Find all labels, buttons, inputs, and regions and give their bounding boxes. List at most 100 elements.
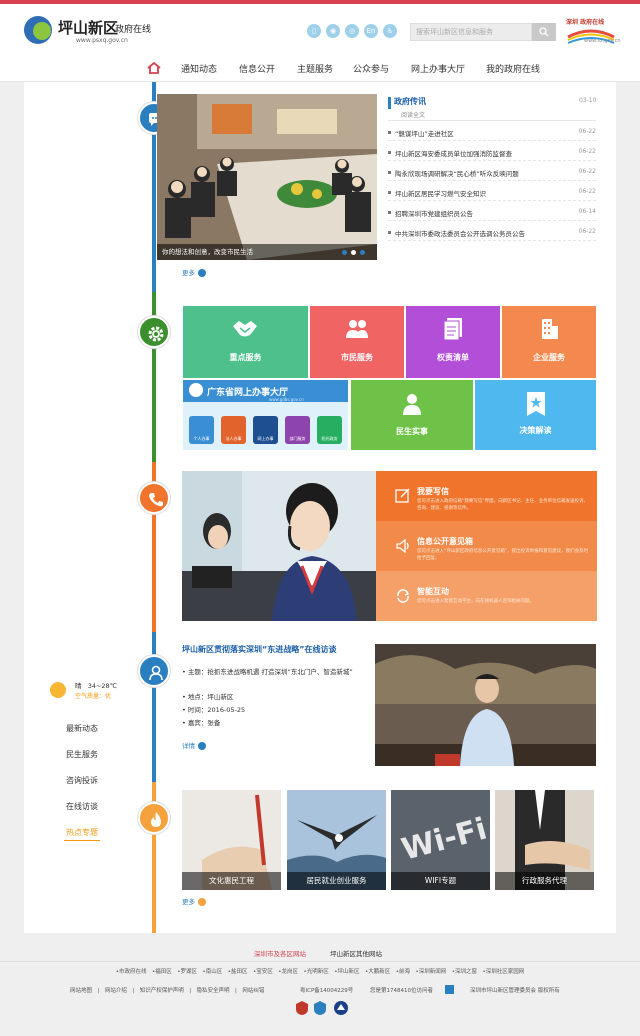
news-list-item[interactable]: 陶永欣现场调研解决“民心桥”听众反映问题 06-22 (388, 165, 596, 181)
more-label: 更多 (182, 269, 195, 277)
sidebar-link-livelihood[interactable]: 民生服务 (66, 749, 98, 760)
news-more-link[interactable]: 更多 (182, 267, 206, 277)
sidebar-link-interviews[interactable]: 在线访谈 (66, 801, 98, 812)
wechat-icon[interactable]: ◉ (326, 24, 340, 38)
banner-legal-icon[interactable]: 法人办事 (221, 416, 246, 444)
tile-key-services[interactable]: 重点服务 (183, 306, 308, 378)
police-badge-icon[interactable] (295, 1000, 309, 1016)
nav-item-notices[interactable]: 通知动态 (181, 62, 217, 75)
handshake-icon (233, 321, 257, 337)
footer-links[interactable]: 网站地图 | 网站介绍 | 知识产权保护声明 | 隐私安全声明 | 网站纠错 (70, 986, 264, 994)
document-list-icon (443, 318, 462, 341)
english-icon[interactable]: En (364, 24, 378, 38)
tile-rights-list[interactable]: 权责清单 (406, 306, 500, 378)
search-input[interactable]: 搜索坪山新区信息和服务 (410, 23, 532, 41)
banner-individual-icon[interactable]: 个人办事 (189, 416, 214, 444)
sidebar-link-complaints[interactable]: 咨询投诉 (66, 775, 98, 786)
news-title[interactable]: 陶永欣现场调研解决“民心桥”听众反映问题 (395, 168, 519, 178)
news-date: 06-22 (578, 188, 596, 195)
guangdong-online-hall-banner[interactable]: 广东省网上办事大厅 www.gdbs.gov.cn 个人办事 法人办事 网上办事… (183, 380, 348, 450)
trust-badge-icon[interactable] (313, 1000, 327, 1016)
special-culture[interactable]: 文化惠民工程 (182, 790, 281, 890)
site-logo-title[interactable]: 坪山新区 (58, 17, 118, 38)
sidebar-link-latest[interactable]: 最新动态 (66, 723, 98, 734)
header-icon-group: ▯ ◉ ◎ En ♿ (307, 24, 402, 38)
news-title[interactable]: “魅谋坪山”走进社区 (395, 128, 454, 138)
gov-site-badge-icon[interactable] (333, 1000, 349, 1016)
news-list-item[interactable]: 坪山新区海安委成员单位加强消防监督查 06-22 (388, 145, 596, 161)
news-title[interactable]: 坪山新区海安委成员单位加强消防监督查 (395, 148, 512, 158)
search-icon (539, 27, 549, 37)
tile-enterprise-services[interactable]: 企业服务 (502, 306, 596, 378)
footer-site-links[interactable]: •市政府在线 •福田区 •罗湖区 •南山区 •盐田区 •宝安区 •龙岗区 •光明… (0, 967, 640, 975)
news-list-item[interactable]: “魅谋坪山”走进社区 06-22 (388, 125, 596, 141)
news-list-item[interactable]: 坪山新区居民学习燃气安全知识 06-22 (388, 185, 596, 201)
special-admin[interactable]: 行政服务代理 (495, 790, 594, 890)
tile-citizen-services[interactable]: 市民服务 (310, 306, 404, 378)
block-desc: 您可点击进入政府信箱“我要写信”界面，向新区书记、主任、业务单位信箱发送投诉、咨… (417, 499, 589, 511)
tile-livelihood[interactable]: 民生实事 (351, 380, 473, 450)
visit-topic-label: 主题： (187, 668, 208, 676)
block-title: 智能互动 (417, 587, 449, 596)
nav-item-theme-services[interactable]: 主题服务 (297, 62, 333, 75)
accessibility-icon[interactable]: ♿ (383, 24, 397, 38)
banner-dept-icon[interactable]: 部门服务 (285, 416, 310, 444)
special-caption: WIFI专题 (391, 872, 490, 890)
news-title[interactable]: 中共深圳市委政法委员会公开选调公务员公告 (395, 228, 525, 238)
news-list-item[interactable]: 中共深圳市委政法委员会公开选调公务员公告 06-22 (388, 225, 596, 241)
write-letter-block[interactable]: 我要写信 您可点击进入政府信箱“我要写信”界面，向新区书记、主任、业务单位信箱发… (376, 471, 597, 521)
visit-title[interactable]: 坪山新区贯彻落实深圳“东进战略”在线访谈 (182, 644, 337, 655)
block-desc: 您可点击进入智能互动平台，向在线机器人咨询相关问题。 (417, 599, 534, 604)
nav-item-public-participation[interactable]: 公众参与 (353, 62, 389, 75)
carousel-dot[interactable] (351, 250, 356, 255)
sidebar-link-hot-topics[interactable]: 热点专题 (66, 827, 98, 838)
news-carousel-photo[interactable] (157, 94, 377, 260)
specials-more-link[interactable]: 更多 (182, 896, 206, 906)
arrow-right-icon (198, 742, 206, 750)
news-date: 06-22 (578, 128, 596, 135)
nav-item-info-disclosure[interactable]: 信息公开 (239, 62, 275, 75)
carousel-dot[interactable] (360, 250, 365, 255)
footer-tab-pingshan-sites[interactable]: 坪山新区其他网站 (330, 948, 382, 958)
visit-detail-link[interactable]: 详情 (182, 740, 206, 750)
timeline-visit-marker (138, 655, 170, 687)
news-highlight-bar (388, 97, 391, 109)
special-wifi[interactable]: Wi-Fi WIFI专题 (391, 790, 490, 890)
visit-counter-icon (445, 985, 454, 994)
visit-place: • 地点：坪山新区 (182, 693, 234, 701)
news-featured-date: 03-10 (579, 97, 597, 104)
news-featured-read-link[interactable]: 阅读全文 (401, 110, 425, 119)
building-icon (542, 319, 558, 339)
footer-icp[interactable]: 粤ICP备14004229号 (300, 986, 353, 994)
carousel-dots (342, 250, 369, 255)
visit-photo[interactable] (375, 644, 596, 766)
star-document-icon (527, 392, 545, 416)
nav-item-online-hall[interactable]: 网上办事大厅 (411, 62, 465, 75)
search-button[interactable] (532, 23, 556, 41)
weibo-icon[interactable]: ◎ (345, 24, 359, 38)
footer-tab-shenzhen-sites[interactable]: 深圳市及各区网站 (254, 948, 306, 958)
tile-decision-reading[interactable]: 决策解读 (475, 380, 596, 450)
special-employment[interactable]: 居民就业创业服务 (287, 790, 386, 890)
nav-item-my-gov[interactable]: 我的政府在线 (486, 62, 540, 75)
carousel-dot[interactable] (342, 250, 347, 255)
news-featured-title[interactable]: 政府传讯 (394, 96, 426, 107)
banner-icon-label: 网上办事 (257, 436, 274, 441)
news-title[interactable]: 招聘深圳市党建组织员公告 (395, 208, 473, 218)
special-caption: 行政服务代理 (495, 872, 594, 890)
timeline-interaction-marker (138, 482, 170, 514)
psxq-logo-icon[interactable] (24, 16, 52, 44)
info-opinion-block[interactable]: 信息公开意见箱 您可点击进入“坪山新区政府信息公开意见箱”，提出投诉举报和意见建… (376, 521, 597, 571)
special-caption: 居民就业创业服务 (287, 872, 386, 890)
news-list-item[interactable]: 招聘深圳市党建组织员公告 06-14 (388, 205, 596, 221)
smart-interaction-block[interactable]: 智能互动 您可点击进入智能互动平台，向在线机器人咨询相关问题。 (376, 571, 597, 621)
home-icon[interactable] (147, 62, 161, 74)
visit-guest-text: 嘉宾：张备 (187, 719, 221, 727)
shenzhen-gov-logo-text: 深圳 政府在线 (566, 19, 605, 26)
weather-temp: 34~28℃ (87, 682, 117, 690)
banner-sunshine-icon[interactable]: 阳光政务 (317, 416, 342, 444)
banner-online-icon[interactable]: 网上办事 (253, 416, 278, 444)
news-date: 06-14 (578, 208, 596, 215)
phone-icon[interactable]: ▯ (307, 24, 321, 38)
news-title[interactable]: 坪山新区居民学习燃气安全知识 (395, 188, 486, 198)
